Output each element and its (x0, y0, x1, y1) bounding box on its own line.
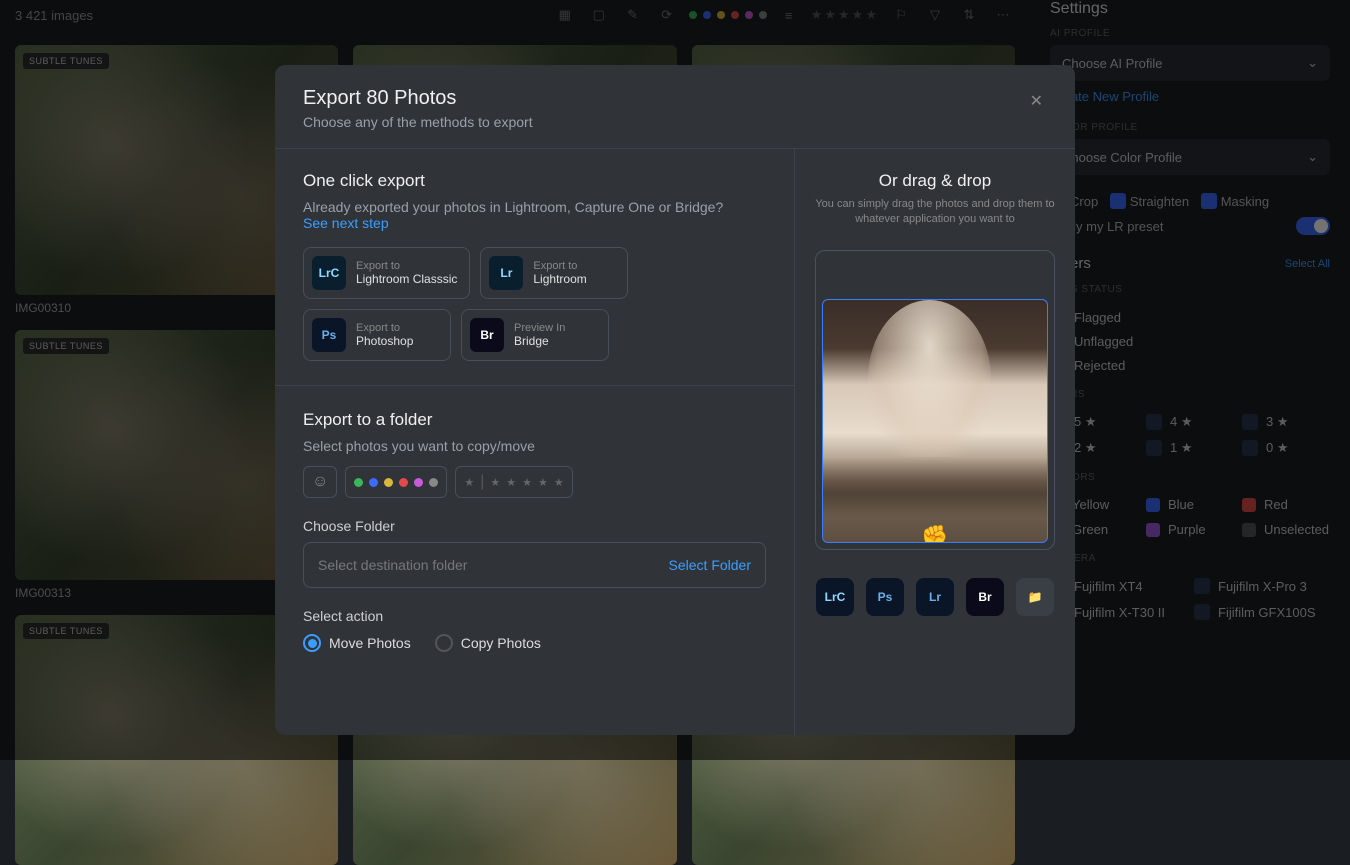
drop-target-lr[interactable]: Lr (916, 578, 954, 616)
drag-drop-title: Or drag & drop (815, 171, 1055, 191)
color-dot (369, 478, 378, 487)
drop-target-br[interactable]: Br (966, 578, 1004, 616)
color-dot (384, 478, 393, 487)
select-action-label: Select action (303, 608, 766, 624)
color-dot (354, 478, 363, 487)
move-photos-radio[interactable]: Move Photos (303, 634, 411, 652)
color-filter[interactable] (345, 466, 447, 498)
see-next-step-link[interactable]: See next step (303, 215, 389, 231)
lrc-icon: LrC (312, 256, 346, 290)
one-click-title: One click export (303, 171, 766, 191)
color-dot (399, 478, 408, 487)
drop-target-folder[interactable]: 📁 (1016, 578, 1054, 616)
smile-filter[interactable]: ☺ (303, 466, 337, 498)
br-icon: Br (470, 318, 504, 352)
select-folder-button[interactable]: Select Folder (669, 557, 751, 573)
folder-sub: Select photos you want to copy/move (303, 438, 766, 454)
export-bridge-button[interactable]: Br Preview InBridge (461, 309, 609, 361)
drop-target-ps[interactable]: Ps (866, 578, 904, 616)
folder-placeholder: Select destination folder (318, 557, 467, 573)
preview-image[interactable]: ✊ (822, 299, 1048, 543)
export-lightroom-classsic-button[interactable]: LrC Export toLightroom Classsic (303, 247, 470, 299)
export-photoshop-button[interactable]: Ps Export toPhotoshop (303, 309, 451, 361)
color-dot (414, 478, 423, 487)
copy-photos-radio[interactable]: Copy Photos (435, 634, 541, 652)
modal-overlay: Export 80 Photos Choose any of the metho… (0, 0, 1350, 760)
folder-title: Export to a folder (303, 410, 766, 430)
modal-title: Export 80 Photos (303, 87, 533, 110)
dropzone[interactable]: ✊ (815, 250, 1055, 550)
lr-icon: Lr (489, 256, 523, 290)
drop-target-lrc[interactable]: LrC (816, 578, 854, 616)
export-modal: Export 80 Photos Choose any of the metho… (275, 65, 1075, 735)
export-lightroom-button[interactable]: Lr Export toLightroom (480, 247, 628, 299)
color-dot (429, 478, 438, 487)
choose-folder-label: Choose Folder (303, 518, 766, 534)
one-click-sub: Already exported your photos in Lightroo… (303, 199, 766, 231)
close-button[interactable]: ✕ (1026, 87, 1047, 115)
drag-drop-sub: You can simply drag the photos and drop … (815, 197, 1055, 228)
grab-cursor-icon: ✊ (921, 524, 948, 543)
ps-icon: Ps (312, 318, 346, 352)
modal-subtitle: Choose any of the methods to export (303, 114, 533, 130)
folder-input[interactable]: Select destination folder Select Folder (303, 542, 766, 588)
star-filter[interactable]: ★| ★★★★★ (455, 466, 572, 498)
